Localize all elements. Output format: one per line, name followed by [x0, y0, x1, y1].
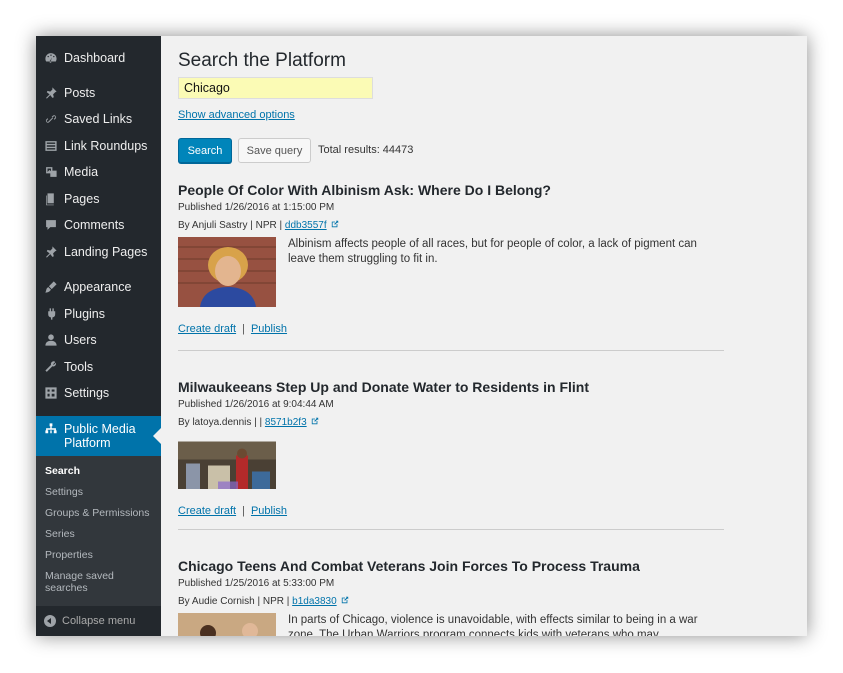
sidebar-item-label: Appearance	[64, 280, 132, 294]
admin-sidebar: Dashboard Posts Saved Links Link Roundup…	[36, 36, 161, 636]
result-thumbnail	[178, 434, 276, 489]
submenu-item-series[interactable]: Series	[45, 528, 157, 540]
separator: |	[242, 323, 245, 335]
search-input[interactable]	[178, 77, 373, 99]
save-query-button[interactable]: Save query	[238, 138, 311, 163]
collapse-menu-button[interactable]: Collapse menu	[36, 606, 161, 636]
dashboard-icon	[44, 51, 58, 65]
result-author: By Audie Cornish | NPR |	[178, 596, 293, 607]
sidebar-item-label: Dashboard	[64, 51, 126, 65]
result-title[interactable]: Milwaukeeans Step Up and Donate Water to…	[178, 379, 589, 395]
external-link-icon[interactable]	[311, 417, 319, 425]
result-published: Published 1/26/2016 at 9:04:44 AM	[178, 399, 334, 410]
divider	[178, 350, 724, 351]
result-published: Published 1/26/2016 at 1:15:00 PM	[178, 202, 335, 213]
result-author: By Anjuli Sastry | NPR |	[178, 220, 285, 231]
pages-icon	[44, 192, 58, 206]
result-actions: Create draft | Publish	[178, 323, 287, 335]
collapse-icon	[44, 615, 56, 627]
submenu: Search Settings Groups & Permissions Ser…	[36, 456, 161, 606]
submenu-item-search[interactable]: Search	[45, 465, 157, 477]
divider	[178, 529, 724, 530]
result-guid-link[interactable]: 8571b2f3	[265, 417, 307, 428]
sidebar-item-media[interactable]: Media	[36, 159, 161, 185]
submenu-item-settings[interactable]: Settings	[45, 486, 157, 498]
submenu-item-manage-saved-searches[interactable]: Manage saved searches	[45, 570, 135, 594]
result-item: Chicago Teens And Combat Veterans Join F…	[178, 558, 724, 636]
list-icon	[44, 139, 58, 153]
network-icon	[44, 422, 58, 436]
result-guid-link[interactable]: ddb3557f	[285, 220, 327, 231]
sidebar-item-saved-links[interactable]: Saved Links	[36, 106, 161, 132]
users-icon	[44, 333, 58, 347]
brush-icon	[44, 280, 58, 294]
plugin-icon	[44, 307, 58, 321]
pin-icon	[44, 86, 58, 100]
result-guid-link[interactable]: b1da3830	[292, 596, 337, 607]
sidebar-item-landing-pages[interactable]: Landing Pages	[36, 239, 161, 265]
separator: |	[242, 505, 245, 517]
publish-link[interactable]: Publish	[251, 505, 287, 517]
result-byline: By Audie Cornish | NPR | b1da3830	[178, 596, 349, 607]
total-results: Total results: 44473	[318, 144, 413, 156]
result-thumbnail	[178, 237, 276, 307]
result-title[interactable]: Chicago Teens And Combat Veterans Join F…	[178, 558, 640, 574]
settings-icon	[44, 386, 58, 400]
sidebar-item-users[interactable]: Users	[36, 327, 161, 353]
result-description: Albinism affects people of all races, bu…	[288, 238, 697, 265]
sidebar-item-label: Plugins	[64, 307, 105, 321]
result-description: In parts of Chicago, violence is unavoid…	[288, 614, 698, 636]
sidebar-item-settings[interactable]: Settings	[36, 380, 161, 406]
show-advanced-options-link[interactable]: Show advanced options	[178, 109, 295, 121]
result-title[interactable]: People Of Color With Albinism Ask: Where…	[178, 182, 551, 198]
sidebar-item-label: Posts	[64, 86, 96, 100]
sidebar-item-appearance[interactable]: Appearance	[36, 274, 161, 300]
browser-frame: Dashboard Posts Saved Links Link Roundup…	[36, 36, 807, 636]
sidebar-item-label: Public Media Platform	[64, 422, 136, 450]
external-link-icon[interactable]	[331, 220, 339, 228]
result-actions: Create draft | Publish	[178, 505, 287, 517]
search-button[interactable]: Search	[178, 138, 232, 163]
result-author: By latoya.dennis | |	[178, 417, 265, 428]
external-link-icon[interactable]	[341, 596, 349, 604]
sidebar-item-label: Link Roundups	[64, 139, 148, 153]
sidebar-item-label: Media	[64, 165, 99, 179]
sidebar-item-label: Comments	[64, 218, 125, 232]
result-item: Milwaukeeans Step Up and Donate Water to…	[178, 379, 724, 549]
comment-icon	[44, 218, 58, 232]
publish-link[interactable]: Publish	[251, 323, 287, 335]
sidebar-item-plugins[interactable]: Plugins	[36, 301, 161, 327]
sidebar-item-link-roundups[interactable]: Link Roundups	[36, 133, 161, 159]
submenu-item-groups-permissions[interactable]: Groups & Permissions	[45, 507, 157, 519]
sidebar-item-label: Saved Links	[64, 112, 133, 126]
sidebar-item-label: Settings	[64, 386, 110, 400]
result-published: Published 1/25/2016 at 5:33:00 PM	[178, 578, 335, 589]
result-thumbnail	[178, 613, 276, 636]
submenu-item-properties[interactable]: Properties	[45, 549, 157, 561]
page-title: Search the Platform	[178, 50, 346, 71]
sidebar-item-dashboard[interactable]: Dashboard	[36, 45, 161, 71]
sidebar-item-public-media-platform[interactable]: Public Media Platform	[36, 416, 161, 456]
sidebar-item-label: Landing Pages	[64, 245, 148, 259]
result-byline: By latoya.dennis | | 8571b2f3	[178, 417, 319, 428]
create-draft-link[interactable]: Create draft	[178, 505, 236, 517]
pin-icon	[44, 245, 58, 259]
collapse-label: Collapse menu	[62, 615, 136, 627]
sidebar-item-pages[interactable]: Pages	[36, 186, 161, 212]
result-byline: By Anjuli Sastry | NPR | ddb3557f	[178, 220, 339, 231]
sidebar-item-label: Pages	[64, 192, 100, 206]
create-draft-link[interactable]: Create draft	[178, 323, 236, 335]
total-results-label: Total results:	[318, 144, 380, 156]
sidebar-item-tools[interactable]: Tools	[36, 354, 161, 380]
sidebar-item-comments[interactable]: Comments	[36, 212, 161, 238]
wrench-icon	[44, 360, 58, 374]
sidebar-item-label: Users	[64, 333, 97, 347]
result-item: People Of Color With Albinism Ask: Where…	[178, 182, 724, 352]
link-icon	[44, 112, 58, 126]
total-results-value: 44473	[382, 144, 414, 156]
main-content: Search the Platform Show advanced option…	[178, 36, 798, 636]
sidebar-item-posts[interactable]: Posts	[36, 80, 161, 106]
sidebar-item-label: Tools	[64, 360, 94, 374]
media-icon	[44, 165, 58, 179]
